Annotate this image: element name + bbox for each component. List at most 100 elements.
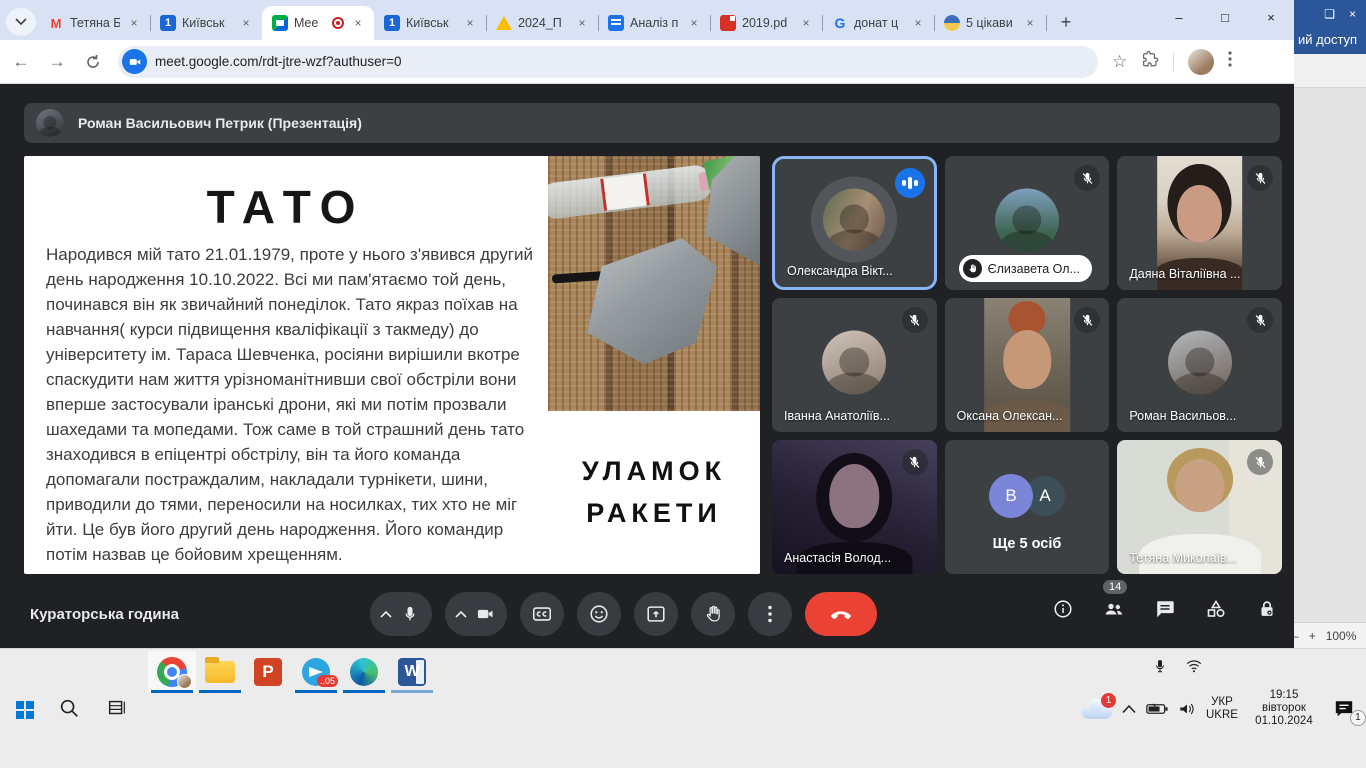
address-bar[interactable]: meet.google.com/rdt-jtre-wzf?authuser=0: [118, 46, 1098, 78]
mic-off-icon: [1247, 165, 1273, 191]
tab-search-donat[interactable]: G донат ц ×: [822, 6, 934, 40]
back-button[interactable]: ←: [6, 47, 36, 77]
overflow-tile-more-people[interactable]: B A Ще 5 осіб: [945, 440, 1110, 574]
taskbar-chrome[interactable]: [148, 651, 196, 693]
word-share-button[interactable]: ий доступ: [1294, 28, 1366, 54]
captions-button[interactable]: [520, 592, 564, 636]
clock[interactable]: 19:15 вівторок 01.10.2024: [1248, 689, 1320, 728]
restore-icon[interactable]: ❏: [1324, 7, 1335, 21]
tab-docs[interactable]: Аналіз п ×: [598, 6, 710, 40]
lock-icon: [1256, 598, 1278, 620]
taskbar-explorer[interactable]: [196, 651, 244, 693]
taskbar-edge[interactable]: [340, 651, 388, 693]
tray-mic-icon[interactable]: [1152, 657, 1168, 675]
battery-icon[interactable]: [1146, 702, 1168, 716]
profile-avatar[interactable]: [1188, 49, 1214, 75]
zoom-in-button[interactable]: +: [1309, 629, 1316, 643]
tray-top-icons: [1152, 657, 1204, 675]
date: 01.10.2024: [1248, 715, 1320, 728]
present-button[interactable]: [634, 592, 678, 636]
tray-expand-chevron-icon[interactable]: [1122, 704, 1136, 714]
close-button[interactable]: ×: [1248, 0, 1294, 34]
participant-tile-oksana[interactable]: Оксана Олексан...: [945, 298, 1110, 432]
activities-button[interactable]: [1203, 596, 1229, 622]
cloud-badge: 1: [1101, 693, 1116, 708]
participant-tile-roman[interactable]: Роман Васильов...: [1117, 298, 1282, 432]
host-controls-button[interactable]: [1254, 596, 1280, 622]
participant-tile-yelyzaveta[interactable]: Єлизавета Ол...: [945, 156, 1110, 290]
chrome-profile-avatar: [177, 674, 192, 689]
reload-button[interactable]: [78, 47, 108, 77]
browser-window: M Тетяна Б × 1 Київськ × Mee × 1 Київськ…: [0, 0, 1294, 648]
language-indicator[interactable]: УКР UKRE: [1206, 696, 1238, 722]
close-icon[interactable]: ×: [1349, 7, 1356, 21]
volume-icon[interactable]: [1178, 701, 1196, 717]
tab-drive[interactable]: 2024_П ×: [486, 6, 598, 40]
taskbar-word[interactable]: W: [388, 651, 436, 693]
participant-tile-tetiana[interactable]: Тетяна Миколаїв...: [1117, 440, 1282, 574]
people-button[interactable]: 14: [1101, 596, 1127, 622]
chat-button[interactable]: [1152, 596, 1178, 622]
camera-button[interactable]: [445, 592, 507, 636]
tab-close-icon[interactable]: ×: [126, 15, 142, 31]
tab-pdf[interactable]: 2019.pd ×: [710, 6, 822, 40]
drive-icon: [496, 16, 512, 30]
tab-close-icon[interactable]: ×: [350, 15, 366, 31]
bookmark-icon[interactable]: ☆: [1112, 52, 1127, 72]
end-call-button[interactable]: [805, 592, 877, 636]
tab-close-icon[interactable]: ×: [686, 15, 702, 31]
participant-tile-oleksandra[interactable]: Олександра Вікт...: [772, 156, 937, 290]
mic-off-icon: [1247, 307, 1273, 333]
start-button[interactable]: [10, 695, 40, 725]
raise-hand-button[interactable]: [691, 592, 735, 636]
extensions-icon[interactable]: [1141, 50, 1159, 73]
tab-close-icon[interactable]: ×: [462, 15, 478, 31]
taskbar-powerpoint[interactable]: P: [244, 651, 292, 693]
metal-fragment: [574, 226, 721, 373]
camera-options-chevron-icon: [455, 610, 467, 618]
reactions-button[interactable]: [577, 592, 621, 636]
tab-kyiv-2[interactable]: 1 Київськ ×: [374, 6, 486, 40]
avatar-ring: [811, 177, 897, 263]
avatar: [823, 189, 885, 251]
google-icon: G: [832, 15, 848, 31]
meeting-details-button[interactable]: [1050, 596, 1076, 622]
participant-count-badge: 14: [1103, 580, 1127, 594]
raised-hand-pill: Єлизавета Ол...: [959, 255, 1092, 282]
tab-search-chevron-icon[interactable]: [6, 8, 36, 36]
participant-tile-anastasiia[interactable]: Анастасія Волод...: [772, 440, 937, 574]
tab-close-icon[interactable]: ×: [910, 15, 926, 31]
more-options-button[interactable]: [748, 592, 792, 636]
tab-gmail[interactable]: M Тетяна Б ×: [38, 6, 150, 40]
taskbar-telegram[interactable]: ..05: [292, 651, 340, 693]
toolbar-right: ☆: [1112, 49, 1232, 75]
tab-close-icon[interactable]: ×: [574, 15, 590, 31]
participant-tile-ivanna[interactable]: Іванна Анатоліїв...: [772, 298, 937, 432]
notification-center-button[interactable]: 1: [1330, 696, 1358, 722]
new-tab-button[interactable]: +: [1052, 8, 1080, 36]
slide-title: ТАТО: [24, 180, 548, 234]
mic-button[interactable]: [370, 592, 432, 636]
browser-menu-icon[interactable]: [1228, 51, 1232, 72]
minimize-button[interactable]: –: [1156, 0, 1202, 34]
maximize-button[interactable]: □: [1202, 0, 1248, 34]
participant-name: Анастасія Волод...: [784, 551, 891, 565]
forward-button[interactable]: →: [42, 47, 72, 77]
participant-tile-daiana[interactable]: Даяна Віталіївна ...: [1117, 156, 1282, 290]
tab-close-icon[interactable]: ×: [1022, 15, 1038, 31]
rocket-fragment-photo: [548, 156, 760, 411]
tab-close-icon[interactable]: ×: [238, 15, 254, 31]
tab-ukraine-article[interactable]: 5 цікави ×: [934, 6, 1046, 40]
end-call-icon: [829, 602, 853, 626]
tab-close-icon[interactable]: ×: [798, 15, 814, 31]
tab-kyiv-1[interactable]: 1 Київськ ×: [150, 6, 262, 40]
tray-wifi-icon[interactable]: [1184, 657, 1204, 675]
tab-meet-active[interactable]: Mee ×: [262, 6, 374, 40]
participant-grid: Олександра Вікт... Єлизавета Ол...: [772, 156, 1282, 574]
weather-cloud-icon[interactable]: 1: [1082, 699, 1112, 719]
task-view-button[interactable]: [106, 697, 128, 724]
raised-hand-icon: [963, 259, 982, 278]
url-text: meet.google.com/rdt-jtre-wzf?authuser=0: [155, 54, 402, 69]
word-titlebar: ❏ ×: [1294, 0, 1366, 28]
taskbar-search-button[interactable]: [58, 697, 80, 724]
